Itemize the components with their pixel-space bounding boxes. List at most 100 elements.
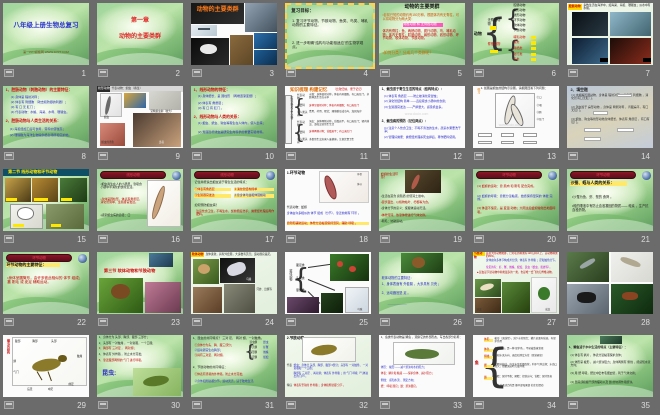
slide-thumbnail[interactable]: 2.节肢动物代表蝗虫：身体分 头部、胸部、腹部 3部分；头部有 一对触角 、一对… (285, 335, 371, 397)
page-number: 10 (265, 152, 274, 161)
slide-thumbnail[interactable]: 知识梳理 构建记忆（比较归纳，便于记忆）腔肠动物和扁形动物{代表动物水螅：身体辐… (285, 86, 371, 148)
slide-text: 3、胸部有 三对足 ， 两对翅 ； (99, 347, 182, 350)
slide-thumbnail[interactable]: 动物的主要类群 (191, 3, 277, 65)
slide-text: •蛭的唾液中有防止血液凝固的物质—— 蛭素 ，生产抗血栓药物。 (572, 205, 651, 212)
slide-icon (380, 69, 390, 77)
slide-thumbnail[interactable]: 练习1. 如图是蛔虫的结构示意图，请据图回答下列问题：①口②咽③肠④肛门www.… (473, 86, 559, 148)
slide-thumbnail[interactable]: 线形动物记住并能说出蛔虫适于寄生生活的特点：①体表有角质层②消化管结构简单③生殖… (191, 169, 277, 231)
slide-text: 身体两侧对称；背腹扁平；有口无肛门 (309, 131, 369, 134)
slide-text: 特征 (287, 385, 294, 388)
photo (224, 284, 255, 313)
slide-text: 昆虫: (102, 371, 128, 378)
slide-thumbnail[interactable]: 动物的主要类群•目前已知的动物约有150万种。根据体内有无脊柱，可以将动物分为两… (379, 3, 465, 65)
slide-thumbnail[interactable] (567, 252, 653, 314)
slide-thumbnail[interactable]: 线形动物代表动物：蛔虫（寄生）蛔虫受精蛔虫卵（放大）蛔虫的寄生患者 (97, 86, 183, 148)
color-block (584, 137, 601, 141)
color-block (531, 36, 536, 39)
slide-text: 蜈蚣 (263, 357, 276, 360)
slide-text: www.docin.com (405, 113, 445, 117)
color-block (34, 198, 48, 201)
page-number: 27 (547, 318, 556, 327)
slide-text: 虾蟹 (263, 347, 276, 350)
slide-thumbnail[interactable]: 1、身体分为 头部、胸部、腹部 三部分；2、头部有 一对触角 ，一对复眼，一个口… (97, 335, 183, 397)
slide-thumbnail[interactable]: 复习目标：1. 复习环节动物、节肢动物、鱼类、鸟类、哺乳动物的主要特征。2. 进… (285, 3, 375, 69)
slide-text: (1) 体表有 角质层 ——防止被消化液侵蚀； (384, 95, 463, 98)
slide-thumbnail[interactable]: 2、填空题(1) 水螅等腔肠动物，身体呈 辐射对称 ，体表有 刺细胞 ，消化腔有… (567, 86, 653, 148)
slide-thumbnail[interactable]: 1、昆虫的共同特点？ 三对 足， 两对 翅，一对触角。①身体分为头、胸、腹三部分… (191, 335, 277, 397)
slide-text: 身体柔软，具有外套膜，大多数有贝壳；运动器官是足。 (206, 253, 277, 256)
slide-text: 产生前进动力的是 躯干部和尾部 的左右摆动 (495, 385, 559, 388)
slide-text: 蝗虫的结构 (3, 339, 9, 354)
slide-text: (3) 体温不恒定，是 变温 动物；大雨过后蚯蚓常爬出地面呼吸。 (477, 207, 556, 214)
slide-text: 环节动物的主要特征： (6, 263, 59, 267)
photo (572, 12, 608, 37)
slide-cell: 1、腔肠动物（刺胞动物）的主要特征：(1) 身体呈 辐射对称 ；(2) 体表有 … (0, 83, 94, 166)
slide-text: 1、昆虫的共同特点？ 三对 足， 两对 翅，一对触角。 (193, 337, 276, 340)
slide-thumbnail[interactable]: 动物{无脊椎动物{腔肠动物扁形动物线形动物环节动物软体动物节肢动物脊椎动物{哺乳… (473, 3, 559, 65)
slide-text: 瓣鳃类 (296, 289, 308, 292)
slide-text: 体内有脊柱：鱼、两栖动物、爬行动物、鸟、哺乳动物；体内无脊柱：腔肠动物、扁形动物… (382, 30, 461, 41)
slide-thumbnail[interactable]: 环节动物沙蚕、蛭与人类的关系：•沙蚕为鱼、虾、蟹的 食饵 。•蛭的唾液中有防止血… (567, 169, 653, 231)
slide-text: 体形： 梭形 ——减少游泳时水的阻力； (381, 367, 464, 370)
page-number: 8 (82, 152, 86, 161)
slide-cell: 第三节 软体动物和节肢动物23 (94, 249, 188, 332)
slide-text: (3) 蛔虫、钩虫等线形动物身体细长，体表有 角质层 ，有口有肛门。 (571, 118, 650, 125)
slide-text: 身体由许多体节构成并分部；体表有 外骨骼 ；足和触角分节。 (486, 260, 558, 263)
photo (405, 170, 441, 192)
slide-thumbnail[interactable]: 环节动物(1) 蚯蚓的运动：靠 肌肉 和 刚毛 配合完成。(2) 蚯蚓的呼吸：靠… (473, 169, 559, 231)
page-number: 5 (458, 69, 462, 78)
slide-thumbnail[interactable]: 线形动物•蛔虫寄生在人的小肠里，靠吸食小肠中半消化的食糜生活。•身体呈圆柱形，体… (97, 169, 183, 231)
slide-icon (98, 401, 108, 409)
slide-thumbnail[interactable]: 第三节 软体动物和节肢动物 (97, 252, 183, 314)
slide-thumbnail[interactable]: 第二节 线形动物和环节动物 (3, 169, 89, 231)
slide-thumbnail[interactable]: 1、鱼类代表动物是 鲫鱼 ，观察它的外部形态，写出各部分名称： 体形： 梭形 ——… (379, 335, 465, 397)
banner-title: 环节动物 (7, 255, 70, 260)
slide-thumbnail[interactable]: 蝗虫的结构腹部胸部头部触角翅气门后足中足前足 (3, 335, 89, 397)
slide-icon (568, 152, 578, 160)
slide-cell: 28 (564, 249, 658, 332)
slide-thumbnail[interactable]: 软体动物的主要特征：1、身体表面有 外套膜 ，大多具有 贝壳 ；2、运动器官是 … (379, 252, 465, 314)
slide-text: 乌贼 (246, 279, 256, 282)
slide-thumbnail[interactable]: 鱼{体形梭形（流线型），减少水的阻力；鳞片表面有黏液，有保护作用体色背深腹浅，是… (473, 335, 559, 397)
color-block (523, 133, 537, 137)
slide-thumbnail[interactable]: 节肢动物是最大的动物类群，已命名的种类有120万种以上，占动物种类的80%。身体… (473, 252, 559, 314)
slide-cell: 1、蛔虫适于寄生生活的特点（结构特点）：(1) 体表有 角质层 ——防止被消化液… (376, 83, 470, 166)
slide-thumbnail[interactable]: 1.环节动物环带体节代表动物：蚯蚓身体由许多相似的 体节 组成（分节），靠近前端… (285, 169, 371, 231)
slide-thumbnail[interactable]: 第一章动物的主要类群 (97, 3, 183, 65)
slide-thumbnail[interactable]: 1、线形动物的特征：(1) 身体细长，呈 圆柱形 （两端逐渐变细）；(2) 体表… (191, 86, 277, 148)
page-number: 30 (171, 401, 180, 410)
slide-thumbnail[interactable]: 蚯蚓的生活环境？•生活在富含 腐殖质 的湿润土壤中。•昼伏夜出，以植物枯叶、朽根… (379, 169, 465, 231)
color-block (111, 284, 130, 299)
slide-text: 与人类关系 (297, 139, 309, 145)
banner-title: 环节动物 (571, 172, 634, 177)
photo (600, 336, 622, 345)
slide-text: 1、线形动物的特征： (194, 88, 275, 92)
page-number: 2 (176, 69, 180, 78)
page-number: 20 (547, 235, 556, 244)
slide-thumbnail[interactable]: 1、腔肠动物（刺胞动物）的主要特征：(1) 身体呈 辐射对称 ；(2) 体表有 … (3, 86, 89, 148)
slide-cell: 节肢动物是最大的动物类群，已命名的种类有120万种以上，占动物种类的80%。身体… (470, 249, 564, 332)
slide-text: •蛔虫寄生在人的小肠里，靠吸食小肠中半消化的食糜生活。 (100, 183, 143, 190)
slide-thumbnail[interactable]: 1、鲫鱼适于水中生活的特点（主要特征）：(1) 体表有 鳞片 ，体表分泌黏液保护… (567, 335, 653, 397)
slide-thumbnail[interactable]: 腔肠动物多数生活在海洋中，如海葵、海蜇、珊瑚虫；淡水中有水螅。 (567, 3, 653, 65)
globe-icon (266, 171, 275, 180)
slide-thumbnail[interactable]: 软体动物{腹足类头足类瓣鳃类乌贼 (285, 252, 371, 314)
slide-text: 多足纲 (249, 357, 262, 360)
color-block (617, 94, 632, 97)
slide-thumbnail[interactable]: 1、蛔虫适于寄生生活的特点（结构特点）：(1) 体表有 角质层 ——防止被消化液… (379, 86, 465, 148)
connector-line (308, 279, 335, 291)
photo (287, 297, 320, 313)
slide-icon (474, 235, 484, 243)
slide-thumbnail[interactable]: 软体动物身体柔软，具有外套膜，大多数有贝壳；运动器官是足。乌贼河蚌、田螺等 (191, 252, 277, 314)
slide-icon (98, 235, 108, 243)
slide-thumbnail[interactable]: 环节动物环节动物的主要特征：•身体呈圆筒形，由许多彼此相似的 体节 组成；靠 刚… (3, 252, 89, 314)
slide-text: 2. 进一步明确“结构与功能相适应”的生物学观点。 (292, 41, 369, 49)
slide-text: 1、鱼类代表动物是 鲫鱼 ，观察它的外部形态，写出各部分名称： (381, 336, 464, 339)
slide-text: 2、线形动物与人类的关系： (194, 115, 275, 119)
slide-text: 头足类 (296, 277, 308, 280)
slide-cell: 动物的主要类群3 (188, 0, 282, 83)
slide-thumbnail[interactable]: 八年级上册生物总复习第一PPT模板网 WWW.1PPT.COM (3, 3, 89, 65)
slide-icon (4, 69, 14, 77)
slide-text: 节肢动物 (474, 252, 485, 258)
slide-text: 鳍 (484, 377, 493, 380)
